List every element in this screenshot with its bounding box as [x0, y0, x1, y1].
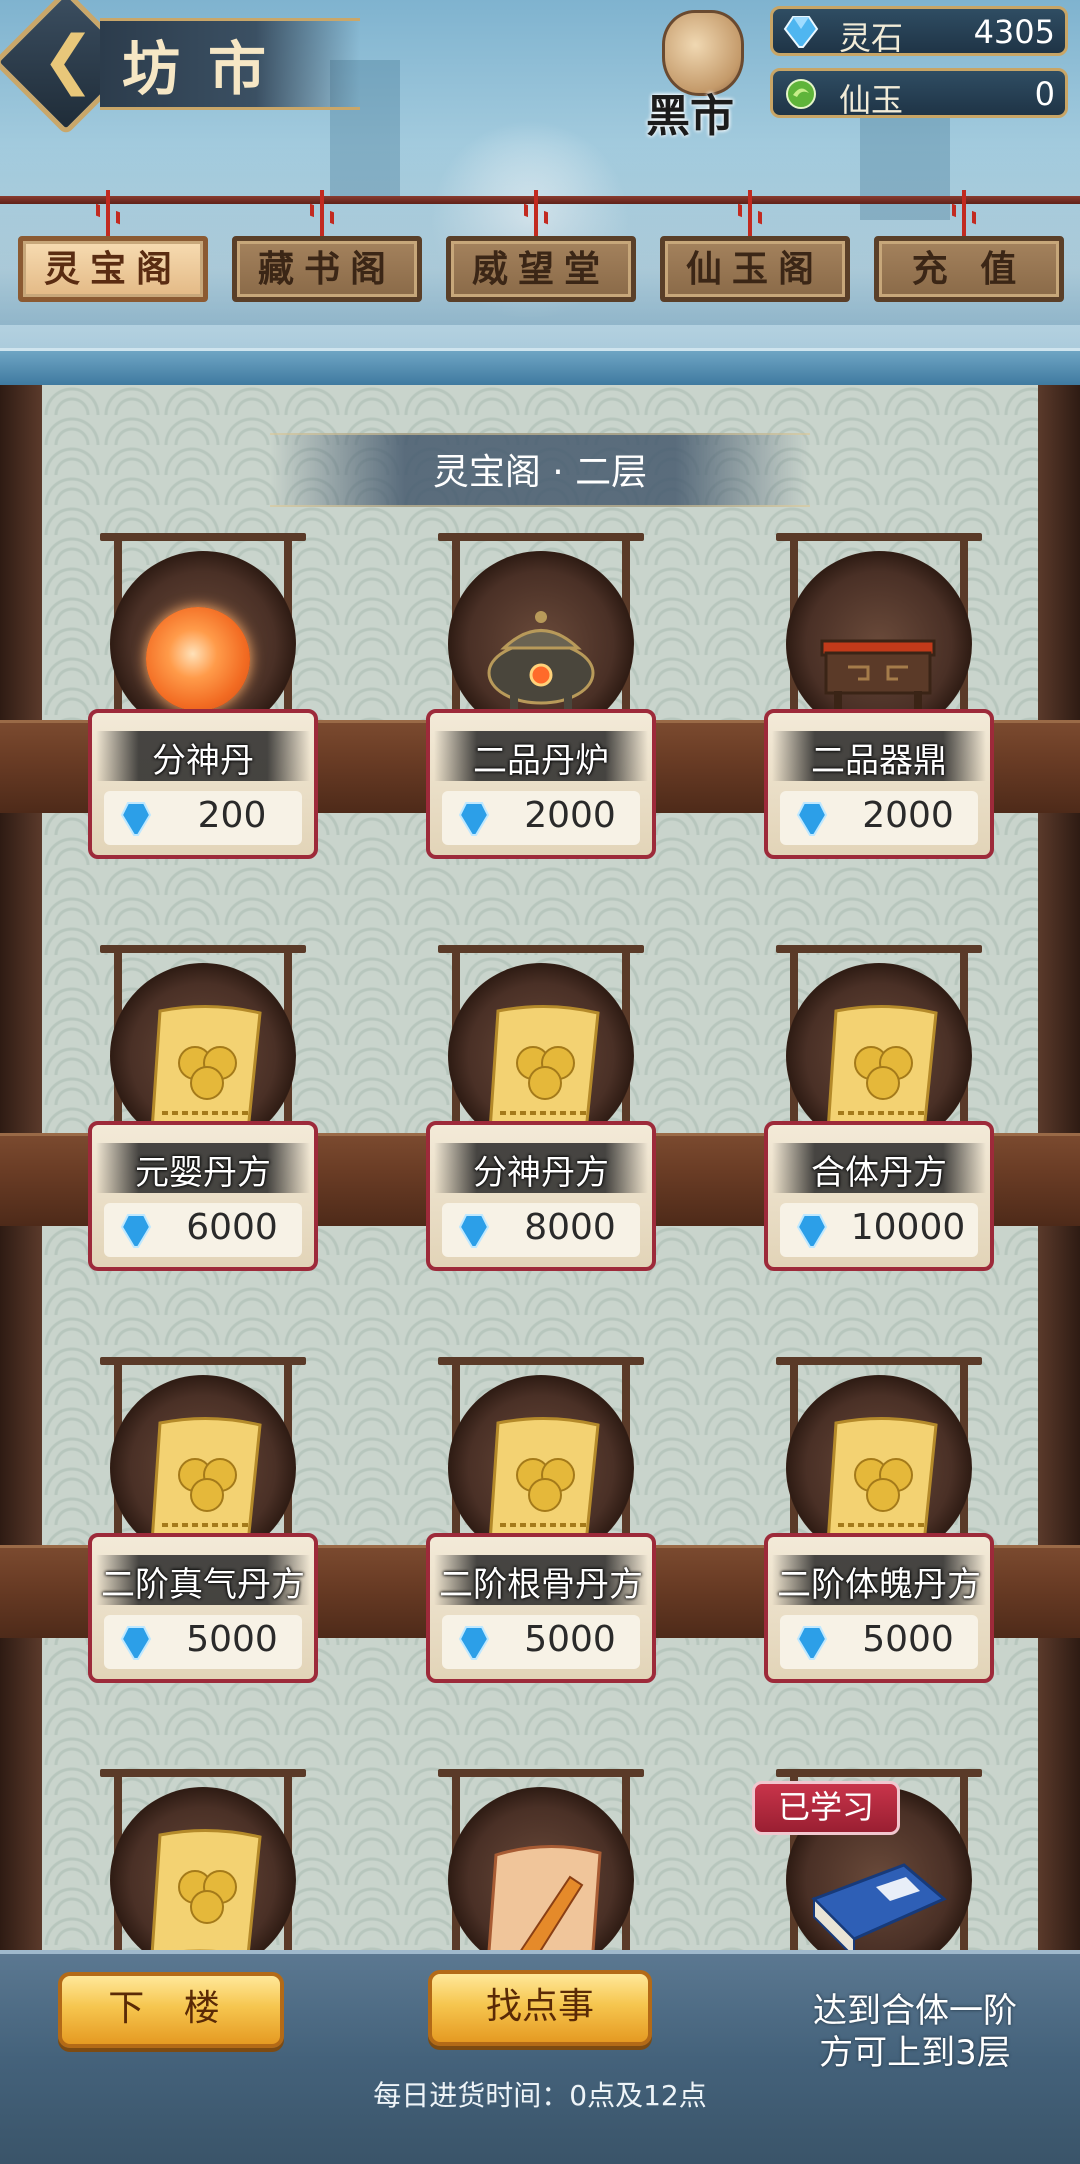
bottom-bar: 下 楼 找点事 达到合体一阶 方可上到3层 每日进货时间：0点及12点 — [0, 1950, 1080, 2164]
item-price: 2000 — [524, 795, 616, 836]
blue-gem-icon — [796, 802, 828, 836]
header-area: ❮ 坊市 黑市 灵石 4305 仙玉 0 灵宝阁 藏书阁 威望堂 仙玉阁 充 值 — [0, 0, 1080, 385]
item-card: 合体丹方 10000 — [764, 1121, 994, 1271]
blue-gem-icon — [783, 16, 819, 48]
learned-badge: 已学习 — [752, 1781, 900, 1835]
item-card: 分神丹 200 — [88, 709, 318, 859]
item-name: 二阶真气丹方 — [101, 1565, 305, 1605]
floor-unlock-tip: 达到合体一阶 方可上到3层 — [790, 1990, 1040, 2074]
page-title: 坊市 — [122, 35, 295, 103]
scroll-icon — [488, 1004, 600, 1133]
currency-value: 0 — [1034, 75, 1055, 113]
shop-item[interactable]: 分神丹方 8000 — [426, 945, 656, 1275]
shop-item[interactable]: 二品丹炉 2000 — [426, 533, 656, 863]
scroll-icon — [150, 1416, 262, 1545]
red-knot-icon — [736, 190, 764, 236]
chevron-left-icon[interactable]: ❮ — [38, 28, 98, 92]
blue-gem-icon — [458, 802, 490, 836]
blue-gem-icon — [458, 1626, 490, 1660]
blue-gem-icon — [796, 1626, 828, 1660]
item-card: 二阶根骨丹方 5000 — [426, 1533, 656, 1683]
shop-item[interactable]: 二品器鼎 2000 — [764, 533, 994, 863]
item-name: 二品丹炉 — [473, 741, 609, 781]
shop-item[interactable]: 元婴丹方 6000 — [88, 945, 318, 1275]
currency-lingshi: 灵石 4305 — [770, 6, 1068, 57]
tab-recharge[interactable]: 充 值 — [874, 236, 1064, 302]
currency-name: 仙玉 — [839, 81, 904, 119]
floor-title: 灵宝阁 · 二层 — [432, 452, 648, 493]
item-name: 二阶根骨丹方 — [439, 1565, 643, 1605]
find-task-button[interactable]: 找点事 — [428, 1970, 652, 2046]
item-name: 二品器鼎 — [811, 741, 947, 781]
blue-gem-icon — [120, 802, 152, 836]
item-price: 6000 — [186, 1207, 278, 1248]
tip-line: 方可上到3层 — [819, 2033, 1011, 2073]
tab-lingbaoge[interactable]: 灵宝阁 — [18, 236, 208, 302]
red-knot-icon — [94, 190, 122, 236]
shop-item[interactable]: 二阶体魄丹方 5000 — [764, 1357, 994, 1687]
item-price: 5000 — [186, 1619, 278, 1660]
shop-item[interactable]: 分神丹 200 — [88, 533, 318, 863]
blue-gem-icon — [120, 1626, 152, 1660]
scroll-icon — [150, 1828, 262, 1957]
item-price: 8000 — [524, 1207, 616, 1248]
tab-cangshuge[interactable]: 藏书阁 — [232, 236, 422, 302]
cauldron-icon — [820, 639, 936, 709]
scroll-icon — [826, 1416, 938, 1545]
scroll-icon — [826, 1004, 938, 1133]
item-price: 5000 — [524, 1619, 616, 1660]
tip-line: 达到合体一阶 — [813, 1991, 1017, 2031]
red-knot-icon — [950, 190, 978, 236]
blue-gem-icon — [120, 1214, 152, 1248]
shop-shelves: 灵宝阁 · 二层 分神丹 200 二品丹炉 2000 二品器鼎 2000 元婴丹… — [0, 385, 1080, 1973]
blue-gem-icon — [458, 1214, 490, 1248]
green-jade-icon — [786, 79, 816, 109]
item-card: 二品丹炉 2000 — [426, 709, 656, 859]
orange-pill-icon — [146, 607, 250, 711]
item-price: 5000 — [862, 1619, 954, 1660]
item-card: 元婴丹方 6000 — [88, 1121, 318, 1271]
item-card: 分神丹方 8000 — [426, 1121, 656, 1271]
tab-weiwangtang[interactable]: 威望堂 — [446, 236, 636, 302]
item-name: 分神丹方 — [473, 1153, 609, 1193]
item-price: 2000 — [862, 795, 954, 836]
item-card: 二阶体魄丹方 5000 — [764, 1533, 994, 1683]
black-market-label: 黑市 — [646, 91, 734, 142]
furnace-icon — [487, 611, 595, 711]
item-name: 元婴丹方 — [135, 1153, 271, 1193]
item-name: 合体丹方 — [811, 1153, 947, 1193]
scroll-icon — [150, 1004, 262, 1133]
red-knot-icon — [308, 190, 336, 236]
item-name: 分神丹 — [152, 741, 254, 781]
tab-xianyuge[interactable]: 仙玉阁 — [660, 236, 850, 302]
downstairs-button[interactable]: 下 楼 — [58, 1972, 284, 2048]
item-card: 二阶真气丹方 5000 — [88, 1533, 318, 1683]
shop-item[interactable]: 二阶真气丹方 5000 — [88, 1357, 318, 1687]
restock-time-text: 每日进货时间：0点及12点 — [373, 2079, 707, 2112]
wave-border — [0, 348, 1080, 385]
book-icon — [811, 1863, 947, 1959]
weapon-scroll-icon — [486, 1844, 602, 1965]
shop-item[interactable]: 合体丹方 10000 — [764, 945, 994, 1275]
item-card: 二品器鼎 2000 — [764, 709, 994, 859]
currency-value: 4305 — [973, 13, 1055, 51]
currency-name: 灵石 — [839, 19, 904, 57]
currency-xianyu: 仙玉 0 — [770, 68, 1068, 119]
shop-item[interactable]: 二阶根骨丹方 5000 — [426, 1357, 656, 1687]
item-name: 二阶体魄丹方 — [777, 1565, 981, 1605]
item-price: 200 — [197, 795, 267, 836]
red-knot-icon — [522, 190, 550, 236]
blue-gem-icon — [796, 1214, 828, 1248]
black-market-button[interactable]: 黑市 — [640, 6, 760, 142]
item-price: 10000 — [850, 1207, 966, 1248]
scroll-icon — [488, 1416, 600, 1545]
